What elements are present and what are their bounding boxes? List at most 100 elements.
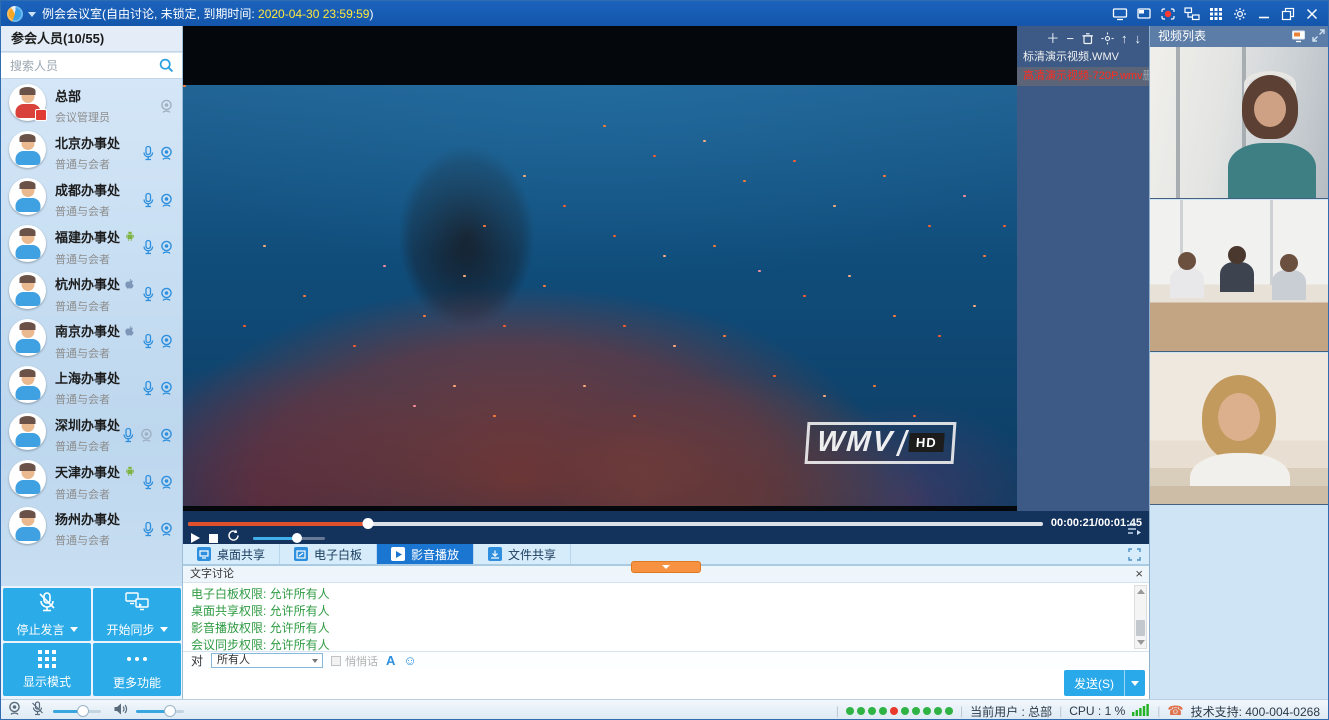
fullscreen-icon[interactable] [1128, 548, 1141, 566]
screen-share-icon[interactable] [1108, 1, 1132, 26]
minimize-icon[interactable] [1252, 1, 1276, 26]
participant-row[interactable]: 总部 会议管理员 [1, 79, 182, 126]
participant-row[interactable]: 深圳办事处 普通与会者 [1, 408, 182, 455]
mic-icon[interactable] [142, 380, 154, 401]
participant-row[interactable]: 杭州办事处 普通与会者 [1, 267, 182, 314]
titlebar-menu-chevron-icon[interactable] [28, 12, 36, 17]
progress-handle[interactable] [362, 518, 373, 529]
restore-icon[interactable] [1276, 1, 1300, 26]
speaker-icon[interactable] [113, 702, 128, 720]
chevron-down-icon[interactable] [160, 627, 168, 632]
webcam-icon[interactable] [159, 146, 174, 166]
mic-volume-handle[interactable] [77, 705, 89, 717]
playlist-item[interactable]: 高清演示视频-720P.wmv删除 [1017, 67, 1149, 86]
scroll-thumb[interactable] [1136, 620, 1145, 636]
move-up-icon[interactable]: ↑ [1121, 33, 1128, 45]
search-input[interactable] [1, 53, 151, 78]
playlist-icon[interactable] [1127, 522, 1141, 540]
chevron-down-icon[interactable] [70, 627, 78, 632]
mic-icon[interactable] [142, 192, 154, 213]
search-icon[interactable] [159, 58, 174, 78]
stop-speaking-button[interactable]: 停止发言 [3, 588, 91, 641]
speaker-volume-handle[interactable] [164, 705, 176, 717]
send-button[interactable]: 发送(S) [1064, 670, 1124, 696]
participant-row[interactable]: 扬州办事处 普通与会者 [1, 502, 182, 549]
panel-collapse-handle[interactable] [631, 561, 701, 573]
volume-handle[interactable] [292, 533, 302, 543]
speaker-volume-slider[interactable] [136, 710, 184, 713]
message-input[interactable] [183, 669, 1149, 700]
move-down-icon[interactable]: ↓ [1135, 33, 1142, 45]
tab-desktop-share[interactable]: 桌面共享 [183, 544, 280, 564]
player-volume-slider[interactable] [253, 537, 325, 540]
whisper-option[interactable]: 悄悄话 [331, 653, 378, 669]
webcam-icon[interactable] [159, 334, 174, 354]
mic-icon[interactable] [142, 333, 154, 354]
mic-icon[interactable] [142, 145, 154, 166]
mic-volume-slider[interactable] [53, 710, 101, 713]
webcam-icon[interactable] [159, 522, 174, 542]
webcam-icon[interactable] [159, 475, 174, 495]
playlist-items: 标清演示视频.WMV高清演示视频-720P.wmv删除 [1017, 48, 1149, 86]
more-functions-button[interactable]: 更多功能 [93, 643, 181, 696]
display-mode-button[interactable]: 显示模式 [3, 643, 91, 696]
display-mode-icon[interactable] [1204, 1, 1228, 26]
webcam-icon[interactable] [159, 428, 174, 448]
scroll-up-icon[interactable] [1137, 589, 1145, 594]
webcam-icon[interactable] [159, 381, 174, 401]
webcam-icon[interactable] [159, 240, 174, 260]
remove-icon[interactable]: − [1066, 33, 1074, 45]
send-options-button[interactable] [1124, 670, 1145, 696]
sync-tree-icon[interactable] [1180, 1, 1204, 26]
stop-icon[interactable] [209, 534, 218, 543]
play-icon[interactable] [191, 533, 200, 543]
whisper-checkbox[interactable] [331, 656, 341, 666]
tab-whiteboard[interactable]: 电子白板 [280, 544, 377, 564]
video-content[interactable]: WMV HD [183, 85, 1017, 506]
layout-icon[interactable] [1132, 1, 1156, 26]
chat-scrollbar[interactable] [1134, 585, 1147, 649]
webcam-icon[interactable] [7, 701, 22, 720]
status-dot [846, 707, 854, 715]
mic-icon[interactable] [122, 427, 134, 448]
settings-icon[interactable] [1101, 32, 1114, 47]
participant-row[interactable]: 北京办事处 普通与会者 [1, 126, 182, 173]
participant-row[interactable]: 福建办事处 普通与会者 [1, 220, 182, 267]
webcam-icon[interactable] [159, 287, 174, 307]
participant-panel: 参会人员(10/55) 总部 会议管理员 北京办事处 普通与会者 [1, 26, 183, 699]
close-icon[interactable]: × [1135, 566, 1143, 582]
webcam-disabled-icon[interactable] [159, 99, 174, 119]
participant-row[interactable]: 南京办事处 普通与会者 [1, 314, 182, 361]
tab-file-share[interactable]: 文件共享 [474, 544, 571, 564]
mic-icon[interactable] [142, 286, 154, 307]
participant-row[interactable]: 天津办事处 普通与会者 [1, 455, 182, 502]
monitor-icon[interactable] [1291, 29, 1306, 48]
close-icon[interactable] [1300, 1, 1324, 26]
video-thumbnail[interactable] [1150, 353, 1329, 505]
webcam-disabled-icon[interactable] [139, 428, 154, 448]
mic-muted-icon[interactable] [30, 701, 45, 720]
settings-icon[interactable] [1228, 1, 1252, 26]
wmv-hd-watermark: WMV HD [805, 422, 957, 464]
scroll-down-icon[interactable] [1137, 640, 1145, 645]
participant-row[interactable]: 成都办事处 普通与会者 [1, 173, 182, 220]
start-sync-button[interactable]: 开始同步 [93, 588, 181, 641]
mic-icon[interactable] [142, 474, 154, 495]
mic-icon[interactable] [142, 239, 154, 260]
video-thumbnail[interactable] [1150, 200, 1329, 352]
recipient-select[interactable]: 所有人 [211, 653, 323, 668]
playlist-item[interactable]: 标清演示视频.WMV [1017, 48, 1149, 67]
record-icon[interactable] [1156, 1, 1180, 26]
progress-bar[interactable] [188, 522, 1043, 526]
add-icon[interactable]: ＋ [1046, 33, 1059, 45]
emoji-button[interactable]: ☺ [403, 653, 416, 668]
font-button[interactable]: A [386, 653, 395, 668]
avatar [9, 460, 46, 497]
trash-icon[interactable] [1081, 32, 1094, 47]
expand-icon[interactable] [1312, 29, 1325, 48]
tab-media-play[interactable]: 影音播放 [377, 544, 474, 564]
webcam-icon[interactable] [159, 193, 174, 213]
mic-icon[interactable] [142, 521, 154, 542]
video-thumbnail[interactable] [1150, 47, 1329, 199]
participant-row[interactable]: 上海办事处 普通与会者 [1, 361, 182, 408]
